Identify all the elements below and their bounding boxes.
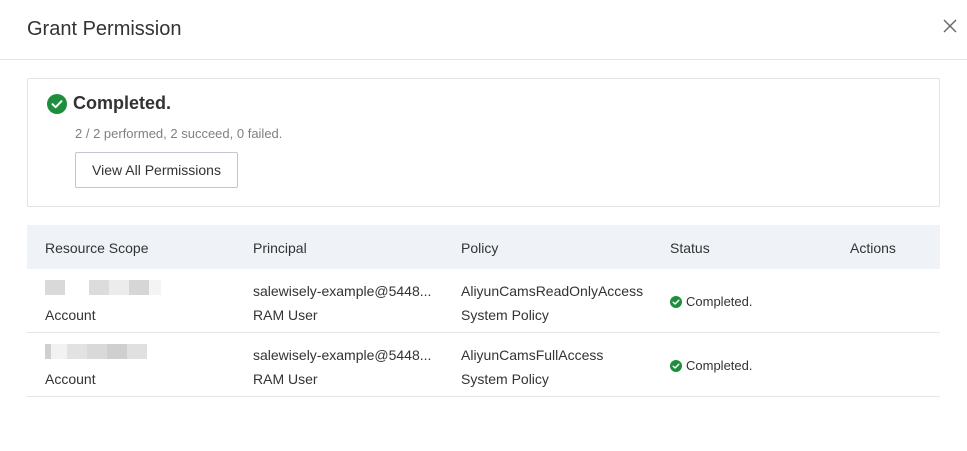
header-status: Status <box>670 240 710 256</box>
principal-type: RAM User <box>253 307 318 323</box>
principal-type: RAM User <box>253 371 318 387</box>
table-row: Account salewisely-example@5448... RAM U… <box>27 333 940 397</box>
result-summary: 2 / 2 performed, 2 succeed, 0 failed. <box>75 126 283 141</box>
grant-permission-dialog: Grant Permission Completed. 2 / 2 perfor… <box>0 0 967 451</box>
view-all-permissions-button[interactable]: View All Permissions <box>75 152 238 188</box>
header-actions: Actions <box>850 240 896 256</box>
table-header: Resource Scope Principal Policy Status A… <box>27 225 940 269</box>
dialog-title: Grant Permission <box>27 18 182 40</box>
table-row: Account salewisely-example@5448... RAM U… <box>27 269 940 333</box>
close-icon-svg <box>943 19 957 33</box>
policy-type: System Policy <box>461 371 549 387</box>
check-circle-icon <box>670 295 682 308</box>
redacted-account-id <box>45 280 161 295</box>
header-resource-scope: Resource Scope <box>45 240 149 256</box>
check-circle-icon <box>670 359 682 372</box>
status-text: Completed. <box>686 358 753 373</box>
principal-name: salewisely-example@5448... <box>253 347 432 363</box>
status-text: Completed. <box>686 294 753 309</box>
scope-type: Account <box>45 371 96 387</box>
permissions-table: Resource Scope Principal Policy Status A… <box>27 225 940 397</box>
close-icon[interactable] <box>941 17 959 35</box>
result-header: Completed. <box>47 93 171 114</box>
redacted-account-id <box>45 344 147 359</box>
result-panel: Completed. 2 / 2 performed, 2 succeed, 0… <box>27 78 940 207</box>
policy-name: AliyunCamsReadOnlyAccess <box>461 283 644 299</box>
policy-type: System Policy <box>461 307 549 323</box>
status-cell: Completed. <box>670 358 752 373</box>
dialog-header: Grant Permission <box>0 0 967 60</box>
header-policy: Policy <box>461 240 499 256</box>
principal-name: salewisely-example@5448... <box>253 283 432 299</box>
check-circle-icon <box>47 93 67 114</box>
result-title: Completed. <box>73 93 172 113</box>
status-cell: Completed. <box>670 294 752 309</box>
scope-type: Account <box>45 307 96 323</box>
policy-name: AliyunCamsFullAccess <box>461 347 604 363</box>
header-principal: Principal <box>253 240 307 256</box>
